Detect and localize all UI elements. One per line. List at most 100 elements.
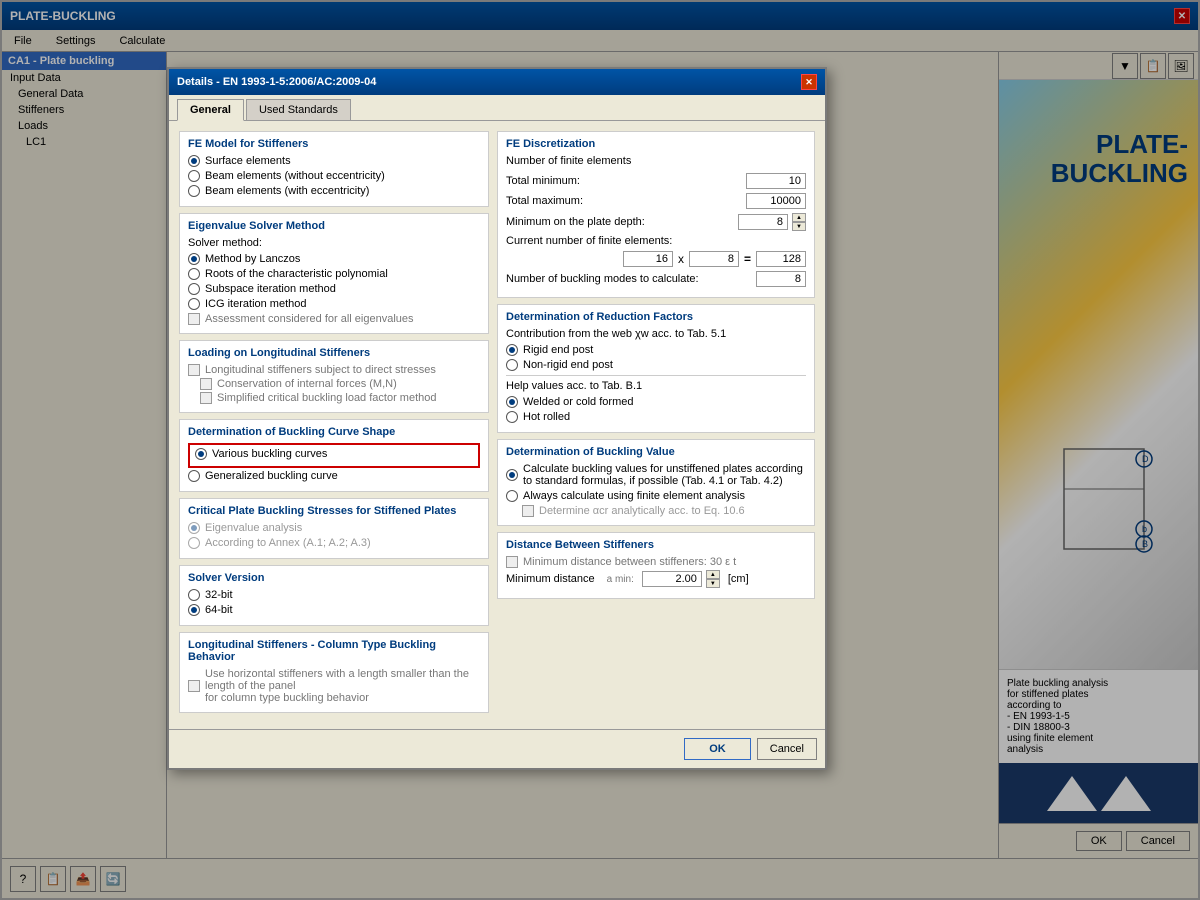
loading-conservation-checkbox[interactable]: Conservation of internal forces (M,N): [188, 378, 480, 390]
min-dist-prefix: a min:: [607, 574, 634, 585]
fe-val2-input[interactable]: [689, 251, 739, 267]
fe-beam-no-ecc-dot: [188, 170, 200, 182]
min-plate-down[interactable]: ▼: [792, 222, 806, 231]
total-min-input[interactable]: [746, 173, 806, 189]
solver-lanczos-radio[interactable]: Method by Lanczos: [188, 253, 480, 265]
solver-icg-radio[interactable]: ICG iteration method: [188, 298, 480, 310]
min-dist-input[interactable]: [642, 571, 702, 587]
loading-simplified-label: Simplified critical buckling load factor…: [217, 392, 437, 404]
fe-beam-no-ecc-label: Beam elements (without eccentricity): [205, 170, 385, 182]
min-distance-checkbox[interactable]: Minimum distance between stiffeners: 30 …: [506, 556, 806, 568]
fe-surface-radio[interactable]: Surface elements: [188, 155, 480, 167]
hot-rolled-radio[interactable]: Hot rolled: [506, 411, 806, 423]
modal-title-bar: Details - EN 1993-1-5:2006/AC:2009-04 ✕: [169, 69, 825, 95]
buckling-generalized-label: Generalized buckling curve: [205, 470, 338, 482]
solver-lanczos-dot: [188, 253, 200, 265]
loading-conservation-box: [200, 378, 212, 390]
tab-general[interactable]: General: [177, 99, 244, 121]
buckling-generalized-radio[interactable]: Generalized buckling curve: [188, 470, 480, 482]
buckling-always-label: Always calculate using finite element an…: [523, 490, 745, 502]
solver-icg-dot: [188, 298, 200, 310]
longitudinal-col-checkbox[interactable]: Use horizontal stiffeners with a length …: [188, 668, 480, 704]
solver-version-title: Solver Version: [188, 572, 480, 584]
modal-cancel-button[interactable]: Cancel: [757, 738, 817, 760]
critical-annex-dot: [188, 537, 200, 549]
fe-beam-no-ecc-radio[interactable]: Beam elements (without eccentricity): [188, 170, 480, 182]
buckling-alpha-box: [522, 505, 534, 517]
loading-simplified-box: [200, 392, 212, 404]
buckling-modes-input[interactable]: [756, 271, 806, 287]
buckling-curve-highlighted-row: Various buckling curves: [188, 443, 480, 468]
buckling-always-radio[interactable]: Always calculate using finite element an…: [506, 490, 806, 502]
min-dist-spinner[interactable]: ▲ ▼: [706, 570, 720, 588]
section-loading: Loading on Longitudinal Stiffeners Longi…: [179, 340, 489, 413]
current-num-row: Current number of finite elements:: [506, 235, 806, 247]
buckling-calc-dot: [506, 469, 518, 481]
distance-title: Distance Between Stiffeners: [506, 539, 806, 551]
section-buckling-curve: Determination of Buckling Curve Shape Va…: [179, 419, 489, 492]
modal-tabs: General Used Standards: [169, 95, 825, 121]
solver-icg-label: ICG iteration method: [205, 298, 307, 310]
section-reduction-factors: Determination of Reduction Factors Contr…: [497, 304, 815, 433]
buckling-various-radio[interactable]: Various buckling curves: [195, 448, 473, 460]
loading-simplified-checkbox[interactable]: Simplified critical buckling load factor…: [188, 392, 480, 404]
buckling-modes-row: Number of buckling modes to calculate:: [506, 271, 806, 287]
rigid-end-radio[interactable]: Rigid end post: [506, 344, 806, 356]
min-distance-label: Minimum distance between stiffeners: 30 …: [523, 556, 736, 568]
fe-result-input[interactable]: [756, 251, 806, 267]
buckling-various-label: Various buckling curves: [212, 448, 327, 460]
min-plate-input[interactable]: [738, 214, 788, 230]
tab-used-standards[interactable]: Used Standards: [246, 99, 351, 120]
non-rigid-end-label: Non-rigid end post: [523, 359, 613, 371]
total-max-input[interactable]: [746, 193, 806, 209]
solver-method-label: Solver method:: [188, 237, 480, 249]
min-plate-label: Minimum on the plate depth:: [506, 216, 734, 228]
section-eigenvalue: Eigenvalue Solver Method Solver method: …: [179, 213, 489, 334]
modal-overlay: Details - EN 1993-1-5:2006/AC:2009-04 ✕ …: [2, 2, 1198, 898]
min-dist-input-row: Minimum distance a min: ▲ ▼ [cm]: [506, 570, 806, 588]
num-finite-label: Number of finite elements: [506, 155, 806, 167]
min-dist-down[interactable]: ▼: [706, 579, 720, 588]
buckling-curve-title: Determination of Buckling Curve Shape: [188, 426, 480, 438]
non-rigid-end-radio[interactable]: Non-rigid end post: [506, 359, 806, 371]
fe-model-title: FE Model for Stiffeners: [188, 138, 480, 150]
solver-poly-radio[interactable]: Roots of the characteristic polynomial: [188, 268, 480, 280]
contrib-label: Contribution from the web χw acc. to Tab…: [506, 328, 806, 340]
critical-annex-radio[interactable]: According to Annex (A.1; A.2; A.3): [188, 537, 480, 549]
buckling-value-title: Determination of Buckling Value: [506, 446, 806, 458]
fe-equals: =: [742, 252, 753, 266]
loading-direct-checkbox[interactable]: Longitudinal stiffeners subject to direc…: [188, 364, 480, 376]
eigenvalue-checkbox-label: Assessment considered for all eigenvalue…: [205, 313, 414, 325]
buckling-calc-radio[interactable]: Calculate buckling values for unstiffene…: [506, 463, 806, 487]
total-max-row: Total maximum:: [506, 193, 806, 209]
buckling-generalized-dot: [188, 470, 200, 482]
buckling-alpha-checkbox[interactable]: Determine αcr analytically acc. to Eq. 1…: [506, 505, 806, 517]
fe-val1-input[interactable]: [623, 251, 673, 267]
longitudinal-col-title: Longitudinal Stiffeners - Column Type Bu…: [188, 639, 480, 663]
section-fe-model: FE Model for Stiffeners Surface elements…: [179, 131, 489, 207]
min-plate-up[interactable]: ▲: [792, 213, 806, 222]
solver-poly-dot: [188, 268, 200, 280]
dist-unit: [cm]: [728, 573, 749, 585]
welded-radio[interactable]: Welded or cold formed: [506, 396, 806, 408]
modal-close-button[interactable]: ✕: [801, 74, 817, 90]
solver-64bit-radio[interactable]: 64-bit: [188, 604, 480, 616]
section-distance-stiffeners: Distance Between Stiffeners Minimum dist…: [497, 532, 815, 599]
critical-eigenvalue-radio[interactable]: Eigenvalue analysis: [188, 522, 480, 534]
fe-calc-row: x =: [506, 251, 806, 267]
solver-32bit-radio[interactable]: 32-bit: [188, 589, 480, 601]
divider1: [506, 375, 806, 376]
solver-subspace-radio[interactable]: Subspace iteration method: [188, 283, 480, 295]
eigenvalue-checkbox[interactable]: Assessment considered for all eigenvalue…: [188, 313, 480, 325]
buckling-calc-label: Calculate buckling values for unstiffene…: [523, 463, 806, 487]
fe-beam-ecc-radio[interactable]: Beam elements (with eccentricity): [188, 185, 480, 197]
min-plate-spinner[interactable]: ▲ ▼: [792, 213, 806, 231]
section-buckling-value: Determination of Buckling Value Calculat…: [497, 439, 815, 526]
modal-dialog: Details - EN 1993-1-5:2006/AC:2009-04 ✕ …: [167, 67, 827, 770]
min-dist-up[interactable]: ▲: [706, 570, 720, 579]
loading-direct-box: [188, 364, 200, 376]
modal-ok-button[interactable]: OK: [684, 738, 751, 760]
critical-eigenvalue-dot: [188, 522, 200, 534]
fe-beam-ecc-label: Beam elements (with eccentricity): [205, 185, 369, 197]
main-app: PLATE-BUCKLING ✕ File Settings Calculate…: [0, 0, 1200, 900]
